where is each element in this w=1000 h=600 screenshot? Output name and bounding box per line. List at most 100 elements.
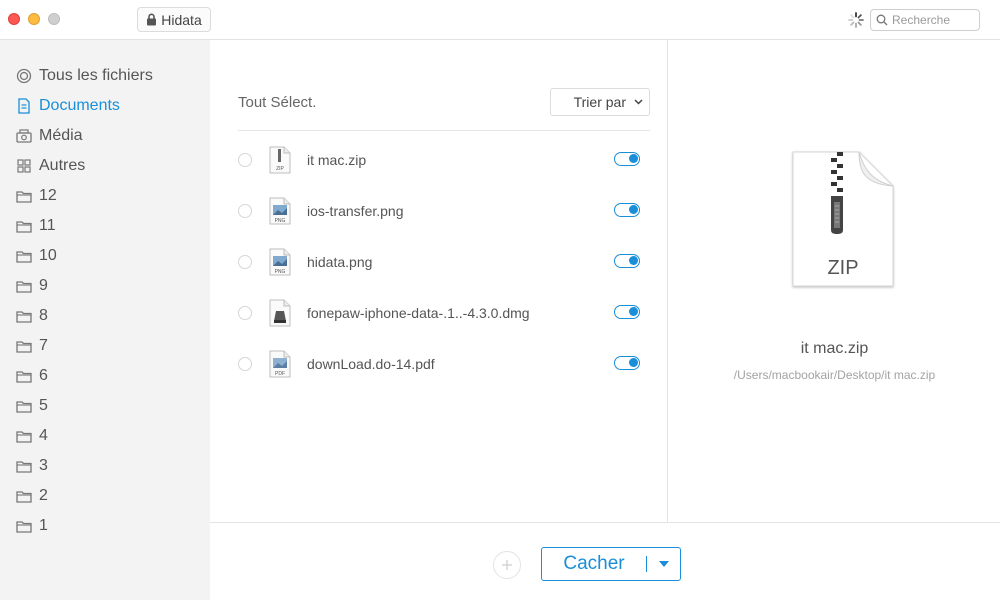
file-name: ios-transfer.png <box>307 202 404 219</box>
hide-toggle[interactable] <box>614 356 640 370</box>
sidebar-item-others[interactable]: Autres <box>0 151 210 181</box>
folder-icon <box>16 428 32 444</box>
lock-icon <box>147 13 157 26</box>
svg-text:PDF: PDF <box>275 371 285 377</box>
sidebar-item-folder-5[interactable]: 5 <box>0 391 210 421</box>
window-maximize-button[interactable] <box>48 13 60 25</box>
sidebar-item-folder-1[interactable]: 1 <box>0 511 210 541</box>
preview-file-path: /Users/macbookair/Desktop/it mac.zip <box>733 368 936 382</box>
sidebar-item-label: 9 <box>39 277 48 294</box>
sidebar-item-folder-12[interactable]: 12 <box>0 181 210 211</box>
window-minimize-button[interactable] <box>28 13 40 25</box>
sidebar-item-label: 12 <box>39 187 57 204</box>
sidebar-item-folder-4[interactable]: 4 <box>0 421 210 451</box>
file-row[interactable]: PNG hidata.png <box>238 236 650 287</box>
folder-icon <box>16 248 32 264</box>
sidebar-item-label: 8 <box>39 307 48 324</box>
bottom-toolbar: Cacher <box>210 522 1000 600</box>
hide-toggle[interactable] <box>614 203 640 217</box>
svg-text:PNG: PNG <box>275 218 286 224</box>
sidebar-item-folder-6[interactable]: 6 <box>0 361 210 391</box>
file-name: it mac.zip <box>307 151 367 168</box>
plus-icon <box>502 560 512 570</box>
sort-dropdown[interactable]: Trier par <box>550 88 650 116</box>
folder-icon <box>16 278 32 294</box>
file-row[interactable]: ZIP it mac.zip <box>238 134 650 185</box>
preview-file-name: it mac.zip <box>800 340 869 357</box>
window-close-button[interactable] <box>8 13 20 25</box>
file-checkbox[interactable] <box>238 254 252 269</box>
title-bar: Hidata Recherche <box>0 0 1000 40</box>
pdf-file-icon: PDF <box>269 350 291 377</box>
folder-icon <box>16 488 32 504</box>
folder-icon <box>16 338 32 354</box>
file-name: hidata.png <box>307 253 373 270</box>
folder-icon <box>16 398 32 414</box>
folder-icon <box>16 188 32 204</box>
sidebar-item-folder-11[interactable]: 11 <box>0 211 210 241</box>
sidebar: Tous les fichiers Documents Média Autres… <box>0 40 210 600</box>
all-files-icon <box>16 68 32 84</box>
file-checkbox[interactable] <box>238 305 252 320</box>
svg-text:PNG: PNG <box>275 269 286 275</box>
add-button[interactable] <box>493 551 521 579</box>
sidebar-item-media[interactable]: Média <box>0 121 210 151</box>
file-list-panel: Tout Sélect. Trier par ZIP it mac.zip PN… <box>210 40 668 522</box>
zip-file-icon: ZIP <box>269 146 291 173</box>
sidebar-item-label: 5 <box>39 397 48 414</box>
app-name: Hidata <box>161 11 202 28</box>
chevron-down-icon <box>634 99 643 105</box>
search-input[interactable]: Recherche <box>892 13 950 27</box>
sidebar-item-folder-9[interactable]: 9 <box>0 271 210 301</box>
hide-toggle[interactable] <box>614 305 640 319</box>
sidebar-item-all-files[interactable]: Tous les fichiers <box>0 61 210 91</box>
sidebar-item-folder-8[interactable]: 8 <box>0 301 210 331</box>
file-checkbox[interactable] <box>238 152 252 167</box>
sidebar-item-folder-3[interactable]: 3 <box>0 451 210 481</box>
media-icon <box>16 128 32 144</box>
sidebar-item-label: 7 <box>39 337 48 354</box>
document-icon <box>16 98 32 114</box>
sidebar-item-label: 3 <box>39 457 48 474</box>
hide-options-dropdown[interactable] <box>647 561 680 567</box>
hide-toggle[interactable] <box>614 254 640 268</box>
file-name: fonepaw-iphone-data-.1..-4.3.0.dmg <box>307 304 530 321</box>
png-file-icon: PNG <box>269 197 291 224</box>
caret-down-icon <box>658 561 669 567</box>
sidebar-item-label: Documents <box>39 97 120 114</box>
sidebar-item-label: 6 <box>39 367 48 384</box>
search-field[interactable]: Recherche <box>870 9 980 31</box>
svg-text:ZIP: ZIP <box>276 166 284 172</box>
file-checkbox[interactable] <box>238 356 252 371</box>
sidebar-item-label: Média <box>39 127 83 144</box>
hide-button[interactable]: Cacher <box>541 547 681 581</box>
sidebar-item-label: 1 <box>39 517 48 534</box>
hide-button-label: Cacher <box>563 553 625 574</box>
file-checkbox[interactable] <box>238 203 252 218</box>
sidebar-item-documents[interactable]: Documents <box>0 91 210 121</box>
disk-image-file-icon <box>269 299 291 326</box>
file-row[interactable]: fonepaw-iphone-data-.1..-4.3.0.dmg <box>238 287 650 338</box>
file-row[interactable]: PNG ios-transfer.png <box>238 185 650 236</box>
select-all-button[interactable]: Tout Sélect. <box>238 94 316 111</box>
hide-toggle[interactable] <box>614 152 640 166</box>
folder-icon <box>16 308 32 324</box>
folder-icon <box>16 518 32 534</box>
sidebar-item-label: 10 <box>39 247 57 264</box>
list-divider <box>238 130 650 131</box>
file-list: ZIP it mac.zip PNG ios-transfer.png PNG … <box>238 134 650 389</box>
zip-document-preview-icon: ZIP <box>792 151 894 287</box>
app-lock-chip[interactable]: Hidata <box>137 7 211 32</box>
sidebar-item-label: Autres <box>39 157 86 174</box>
search-icon <box>876 14 888 26</box>
file-row[interactable]: PDF downLoad.do-14.pdf <box>238 338 650 389</box>
zip-type-label: ZIP <box>827 257 858 279</box>
sidebar-item-folder-2[interactable]: 2 <box>0 481 210 511</box>
folder-icon <box>16 218 32 234</box>
sidebar-item-label: 2 <box>39 487 48 504</box>
sidebar-item-folder-7[interactable]: 7 <box>0 331 210 361</box>
file-name: downLoad.do-14.pdf <box>307 355 435 372</box>
sidebar-item-folder-10[interactable]: 10 <box>0 241 210 271</box>
sidebar-item-label: Tous les fichiers <box>39 67 153 84</box>
folder-icon <box>16 458 32 474</box>
